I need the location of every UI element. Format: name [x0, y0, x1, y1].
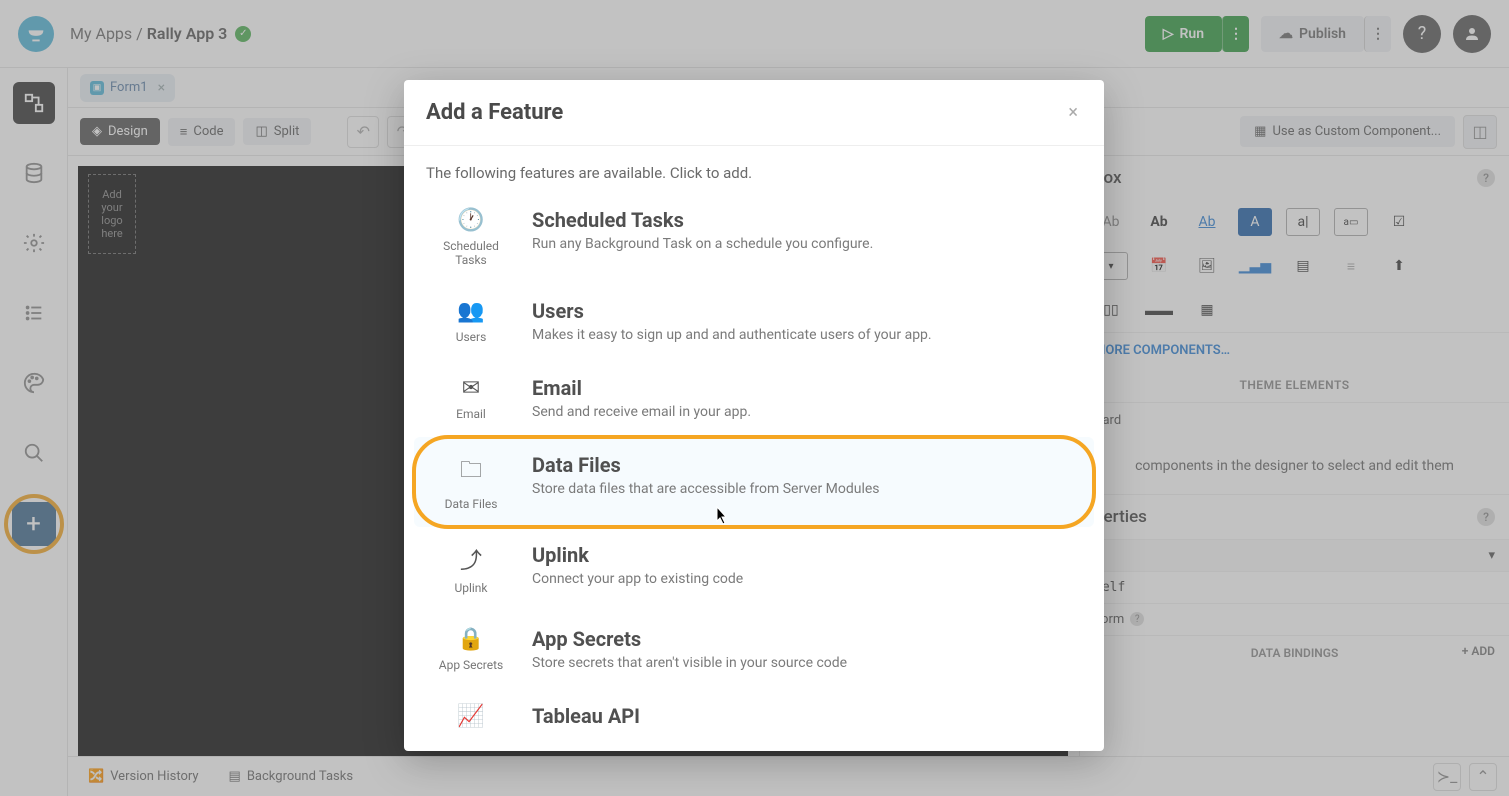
modal-title: Add a Feature — [426, 100, 563, 125]
users-icon: 👥 — [457, 299, 484, 324]
feature-title: Users — [532, 299, 1082, 323]
feature-body: Email Send and receive email in your app. — [532, 376, 1082, 420]
feature-item-email[interactable]: ✉ Email Email Send and receive email in you… — [414, 360, 1094, 437]
modal-close-button[interactable]: × — [1064, 98, 1082, 127]
feature-item-scheduled-tasks[interactable]: 🕐 Scheduled Tasks Scheduled Tasks Run any B… — [414, 192, 1094, 283]
feature-desc: Send and receive email in your app. — [532, 404, 1082, 420]
feature-icon-label: Data Files — [445, 497, 498, 511]
feature-icon-label: App Secrets — [439, 658, 504, 672]
feature-item-users[interactable]: 👥 Users Users Makes it easy to sign up and … — [414, 283, 1094, 360]
feature-item-tableau-api[interactable]: 📈 Tableau API — [414, 688, 1094, 751]
app-secrets-icon: 🔒 — [457, 627, 484, 652]
feature-title: Data Files — [532, 453, 1082, 477]
feature-desc: Connect your app to existing code — [532, 571, 1082, 587]
feature-item-uplink[interactable]: ⤴ Uplink Uplink Connect your app to existin… — [414, 527, 1094, 611]
modal-intro: The following features are available. Cl… — [404, 146, 1104, 192]
feature-title: App Secrets — [532, 627, 1082, 651]
feature-list: 🕐 Scheduled Tasks Scheduled Tasks Run any B… — [404, 192, 1104, 751]
feature-body: Scheduled Tasks Run any Background Task o… — [532, 208, 1082, 252]
feature-title: Email — [532, 376, 1082, 400]
data-files-icon: 🗀 — [460, 453, 482, 491]
feature-icon-col: 👥 Users — [426, 299, 516, 344]
feature-icon-col: 🔒 App Secrets — [426, 627, 516, 672]
feature-title: Uplink — [532, 543, 1082, 567]
feature-icon-label: Uplink — [454, 581, 487, 595]
feature-icon-col: 📈 — [426, 704, 516, 735]
feature-desc: Makes it easy to sign up and and authent… — [532, 327, 1082, 343]
feature-icon-col: ✉ Email — [426, 376, 516, 421]
feature-item-data-files[interactable]: 🗀 Data Files Data Files Store data files th… — [414, 437, 1094, 527]
feature-icon-label: Email — [456, 407, 486, 421]
add-feature-modal: Add a Feature × The following features a… — [404, 80, 1104, 751]
feature-title: Scheduled Tasks — [532, 208, 1082, 232]
modal-header: Add a Feature × — [404, 80, 1104, 146]
feature-desc: Store data files that are accessible fro… — [532, 481, 1082, 497]
feature-icon-label: Users — [456, 330, 487, 344]
feature-desc: Store secrets that aren't visible in you… — [532, 655, 1082, 671]
feature-icon-col: 🕐 Scheduled Tasks — [426, 208, 516, 267]
feature-body: Users Makes it easy to sign up and and au… — [532, 299, 1082, 343]
feature-body: App Secrets Store secrets that aren't vis… — [532, 627, 1082, 671]
tableau-api-icon: 📈 — [457, 704, 484, 729]
feature-body: Data Files Store data files that are acce… — [532, 453, 1082, 497]
feature-item-app-secrets[interactable]: 🔒 App Secrets App Secrets Store secrets tha… — [414, 611, 1094, 688]
feature-title: Tableau API — [532, 704, 1082, 728]
feature-icon-col: ⤴ Uplink — [426, 543, 516, 595]
feature-desc: Run any Background Task on a schedule yo… — [532, 236, 1082, 252]
feature-body: Uplink Connect your app to existing code — [532, 543, 1082, 587]
email-icon: ✉ — [462, 376, 480, 401]
uplink-icon: ⤴ — [460, 543, 482, 575]
feature-body: Tableau API — [532, 704, 1082, 732]
scheduled-tasks-icon: 🕐 — [457, 208, 484, 233]
feature-icon-col: 🗀 Data Files — [426, 453, 516, 511]
feature-icon-label: Scheduled Tasks — [426, 239, 516, 267]
